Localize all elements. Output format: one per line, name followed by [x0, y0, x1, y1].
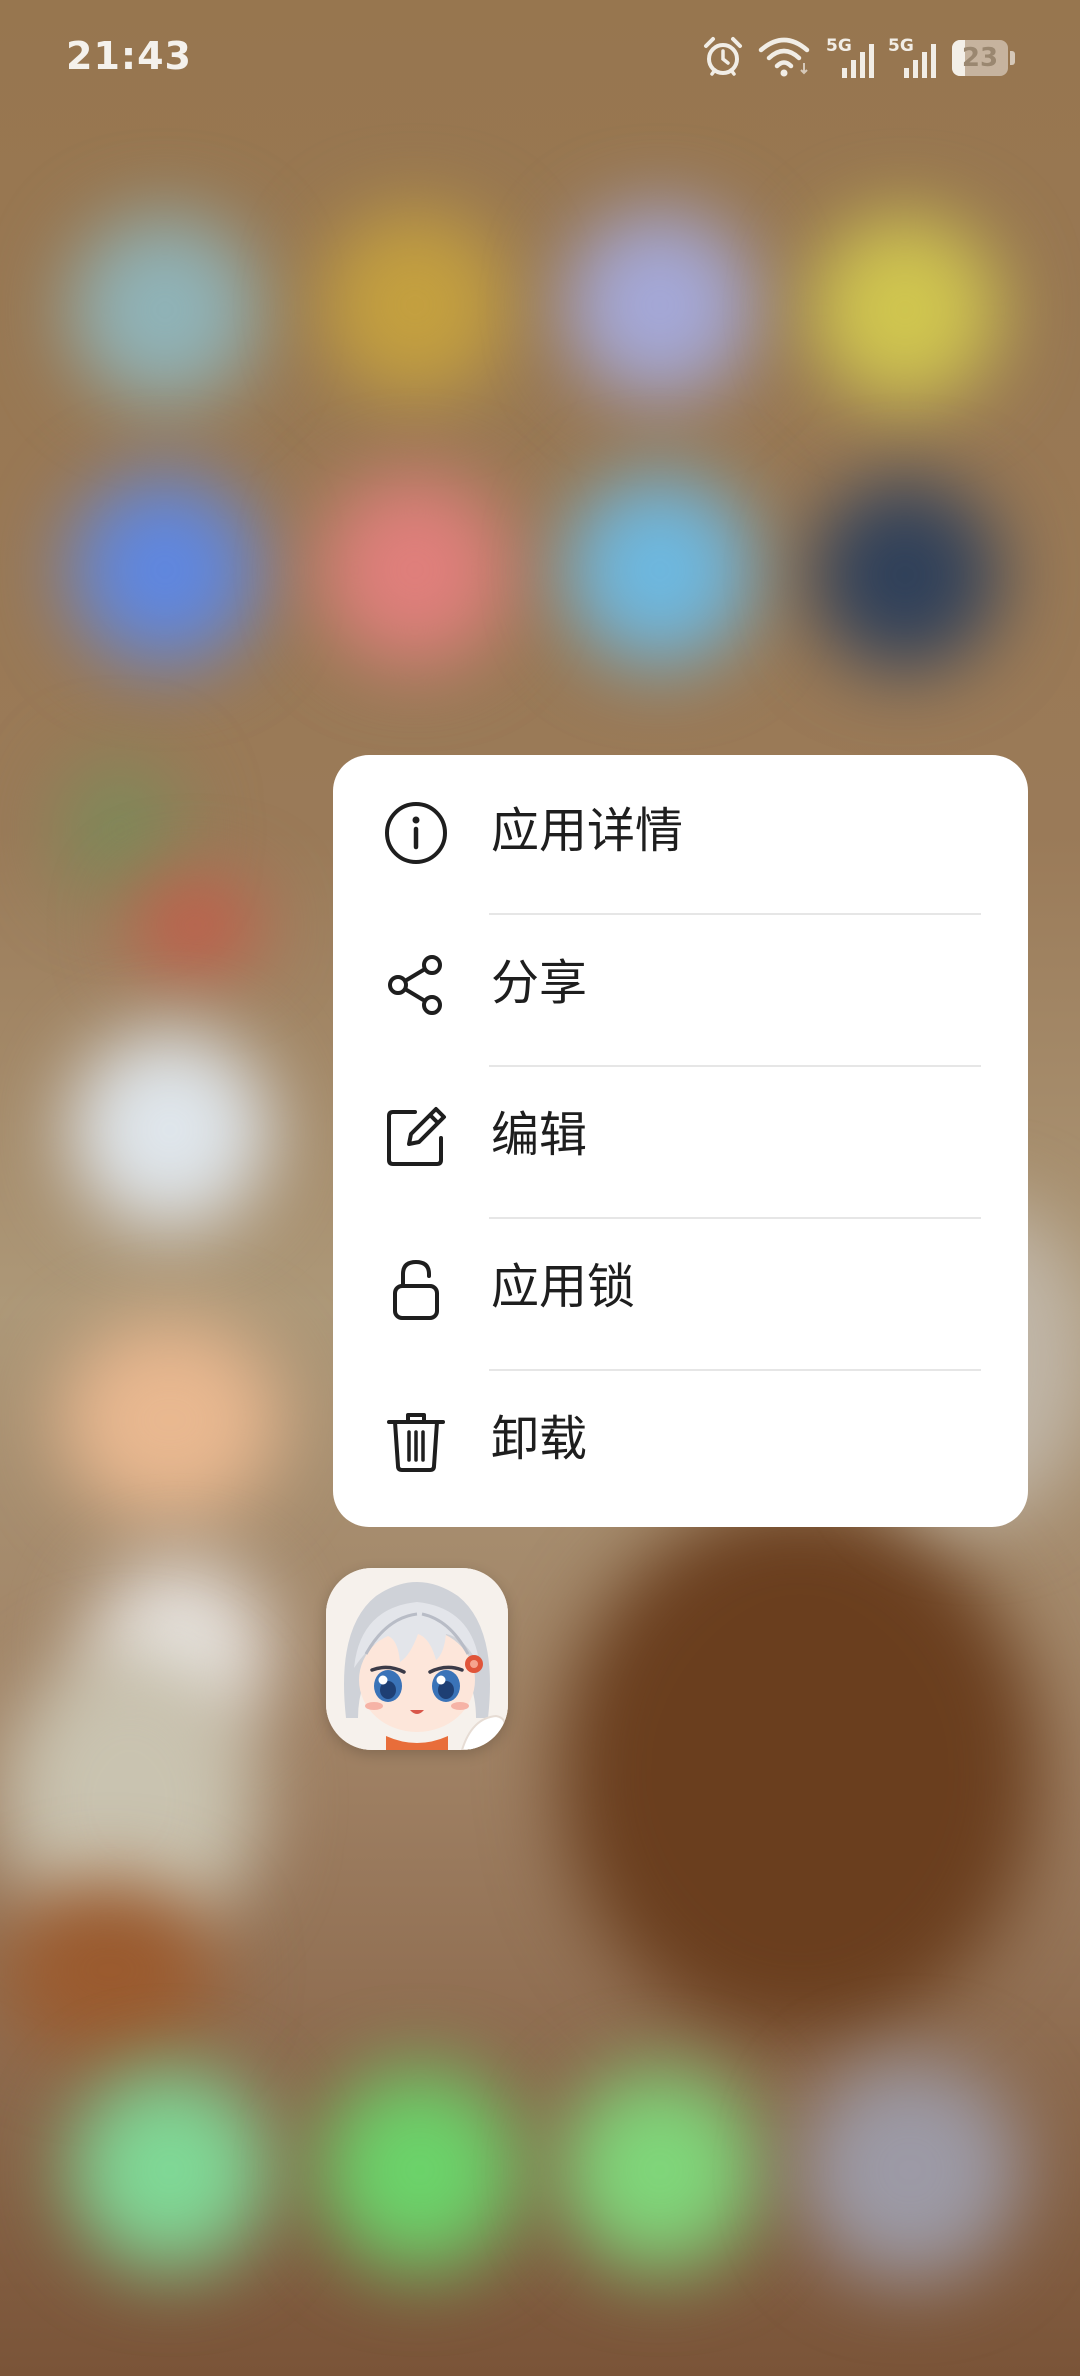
trash-icon — [387, 1413, 445, 1472]
menu-item-app-details[interactable]: 应用详情 — [333, 755, 1028, 907]
info-icon — [385, 802, 447, 864]
anime-character-icon — [326, 1568, 508, 1750]
signal-5g-icon: 5G — [888, 36, 938, 78]
menu-item-edit[interactable]: 编辑 — [333, 1059, 1028, 1211]
lock-icon — [393, 1259, 439, 1320]
menu-item-share[interactable]: 分享 — [333, 907, 1028, 1059]
menu-item-uninstall[interactable]: 卸载 — [333, 1363, 1028, 1515]
app-context-menu: 应用详情 分享 编辑 应用锁 卸载 — [333, 755, 1028, 1527]
signal-5g-icon: 5G — [826, 36, 876, 78]
wifi-icon — [758, 37, 810, 77]
menu-item-label: 应用详情 — [491, 803, 684, 859]
alarm-icon — [704, 37, 742, 76]
menu-item-app-lock[interactable]: 应用锁 — [333, 1211, 1028, 1363]
battery-level: 23 — [961, 43, 999, 73]
share-icon — [388, 955, 442, 1015]
menu-item-label: 分享 — [491, 955, 588, 1011]
status-time: 21:43 — [66, 34, 192, 78]
edit-icon — [387, 1107, 446, 1166]
menu-item-label: 卸载 — [491, 1411, 588, 1467]
status-bar: 21:43 5G 5G 23 — [0, 0, 1080, 120]
app-icon[interactable] — [326, 1568, 508, 1750]
battery-tip — [1010, 51, 1015, 65]
menu-item-label: 应用锁 — [491, 1259, 636, 1315]
menu-item-label: 编辑 — [491, 1107, 588, 1163]
battery-icon: 23 — [952, 40, 1015, 76]
